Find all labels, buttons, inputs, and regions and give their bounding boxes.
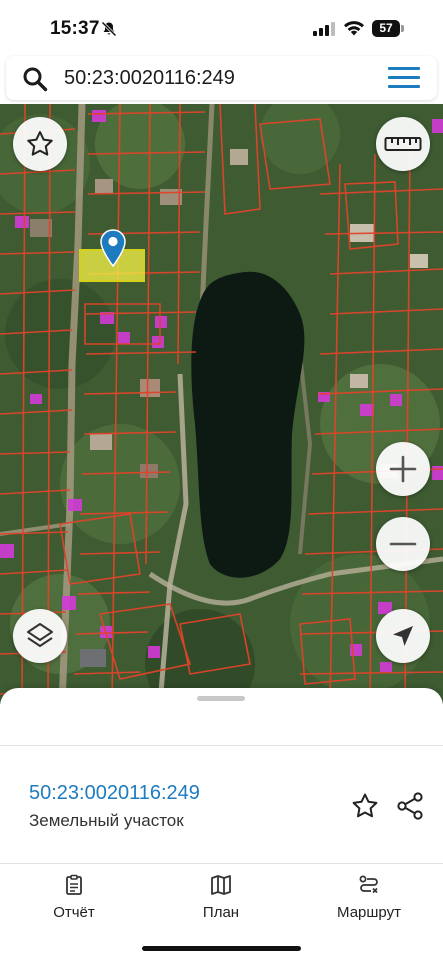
battery-level: 57	[372, 20, 400, 37]
search-bar	[6, 56, 437, 100]
divider	[0, 745, 443, 746]
wifi-icon	[344, 21, 364, 36]
status-time: 15:37	[50, 18, 100, 39]
search-input[interactable]	[64, 64, 364, 92]
favorite-star-icon	[27, 131, 53, 156]
parcel-type-label: Земельный участок	[29, 811, 184, 830]
satellite-map-image	[0, 104, 443, 704]
map-plan-icon	[211, 875, 231, 895]
report-icon	[66, 874, 82, 895]
divider	[0, 863, 443, 864]
location-marker-icon[interactable]	[100, 229, 126, 267]
sheet-grabber[interactable]	[197, 696, 245, 701]
tab-label: Маршрут	[337, 904, 401, 921]
signal-icon	[313, 22, 335, 36]
search-icon[interactable]	[22, 66, 48, 92]
star-icon[interactable]	[350, 791, 380, 821]
tab-report[interactable]: Отчёт	[19, 874, 129, 924]
my-location-button[interactable]	[376, 609, 430, 663]
measure-ruler-button[interactable]	[376, 117, 430, 171]
zoom-out-button[interactable]	[376, 517, 430, 571]
hamburger-menu-icon[interactable]	[388, 67, 420, 89]
tab-label: План	[202, 904, 240, 921]
zoom-out-icon	[389, 542, 417, 546]
layers-button[interactable]	[13, 609, 67, 663]
tab-label: Отчёт	[53, 904, 95, 921]
tab-plan[interactable]: План	[166, 874, 276, 924]
zoom-in-button[interactable]	[376, 442, 430, 496]
home-indicator[interactable]	[142, 946, 301, 951]
tab-route[interactable]: Маршрут	[314, 874, 424, 924]
status-bar: 15:37 57	[0, 0, 443, 56]
battery-icon: 57	[372, 20, 404, 37]
share-icon[interactable]	[395, 791, 425, 821]
ruler-icon	[384, 137, 422, 151]
navigate-arrow-icon	[393, 626, 413, 646]
cadastral-map[interactable]	[0, 104, 443, 704]
layers-icon	[27, 623, 53, 647]
parcel-cadastral-number[interactable]: 50:23:0020116:249	[29, 782, 200, 805]
bell-off-icon	[101, 21, 117, 37]
parcel-bottom-sheet[interactable]: 50:23:0020116:249 Земельный участок Отчё…	[0, 688, 443, 960]
favorite-button[interactable]	[13, 117, 67, 171]
zoom-in-icon	[389, 455, 417, 483]
route-icon	[359, 875, 378, 894]
